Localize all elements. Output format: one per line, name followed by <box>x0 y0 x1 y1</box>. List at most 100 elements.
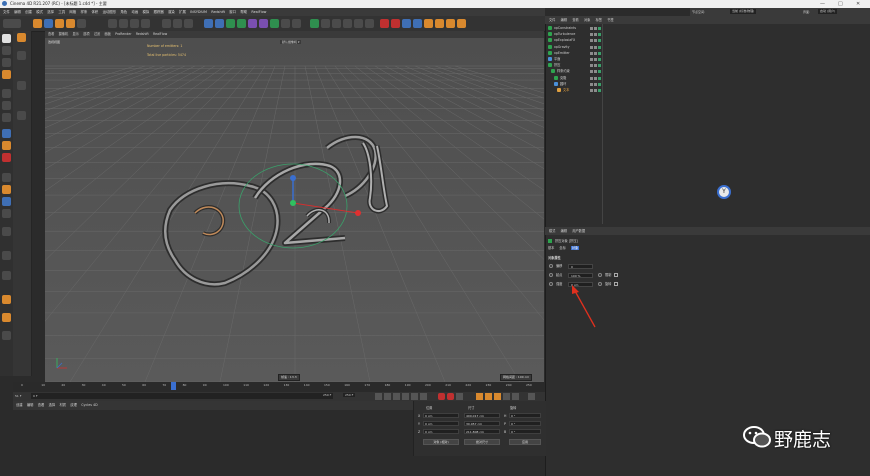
editor-visibility-icon[interactable] <box>590 27 593 30</box>
mat-menu-cycles[interactable]: Cycles 4D <box>81 401 97 410</box>
attr-tab-coord[interactable]: 坐标 <box>559 246 565 250</box>
object-visibility-toggles[interactable] <box>590 26 608 31</box>
locked-workplane-icon[interactable] <box>2 185 11 194</box>
menu-create[interactable]: 创建 <box>25 8 32 16</box>
rotate-checkbox[interactable] <box>614 282 618 286</box>
camera-icon[interactable] <box>281 19 290 28</box>
object-row[interactable]: 克隆 <box>554 75 566 81</box>
vp-menu-realflow[interactable]: RealFlow <box>153 31 167 38</box>
render-visibility-icon[interactable] <box>594 33 597 37</box>
cube-icon[interactable] <box>204 19 213 28</box>
object-row[interactable]: 挤压 <box>548 63 560 68</box>
xp-cache-icon[interactable] <box>332 19 341 28</box>
apply-button[interactable]: 应用 <box>509 439 541 445</box>
om-tab-bookmarks[interactable]: 书签 <box>607 16 613 24</box>
rot-h-field[interactable]: 0 ° <box>509 413 541 418</box>
panel-a-icon[interactable] <box>17 51 26 60</box>
menu-render[interactable]: 渲染 <box>168 8 175 16</box>
enabled-check-icon[interactable] <box>598 58 601 61</box>
mat-menu-select[interactable]: 选择 <box>49 401 56 410</box>
move-icon[interactable] <box>44 19 53 28</box>
menu-select[interactable]: 选择 <box>47 8 54 16</box>
xp-settings-icon[interactable] <box>354 19 363 28</box>
snap-icon[interactable] <box>2 141 11 150</box>
solo-icon[interactable] <box>2 173 11 182</box>
object-row[interactable]: xpEmitter <box>548 50 570 56</box>
mat-menu-create[interactable]: 创建 <box>16 401 23 410</box>
editor-visibility-icon[interactable] <box>590 64 593 68</box>
pos-z-field[interactable]: 0 cm <box>423 429 459 434</box>
menu-mesh[interactable]: 网格 <box>69 8 76 16</box>
play-backward-icon[interactable] <box>393 393 400 400</box>
playhead[interactable] <box>171 382 176 390</box>
om-tab-edit[interactable]: 编辑 <box>561 16 567 24</box>
am-tab-mode[interactable]: 模式 <box>549 227 555 235</box>
editor-visibility-icon[interactable] <box>590 70 593 74</box>
redshift-render-icon[interactable] <box>380 19 389 28</box>
point-mode-icon[interactable] <box>2 89 11 98</box>
lasso-icon[interactable] <box>2 227 11 236</box>
editor-visibility-icon[interactable] <box>590 82 593 86</box>
object-row[interactable]: xpTurbulence <box>548 32 575 37</box>
render-visibility-icon[interactable] <box>594 51 597 55</box>
menu-window[interactable]: 窗口 <box>229 8 236 16</box>
editor-visibility-icon[interactable] <box>590 51 593 55</box>
limit-radio[interactable] <box>598 273 602 277</box>
object-visibility-toggles[interactable] <box>590 76 608 81</box>
render-visibility-icon[interactable] <box>594 58 597 61</box>
redshift-ipr-icon[interactable] <box>391 19 400 28</box>
rotate-icon[interactable] <box>66 19 75 28</box>
om-tab-tags[interactable]: 标签 <box>596 16 602 24</box>
om-tab-file[interactable]: 文件 <box>549 16 555 24</box>
pos-x-field[interactable]: 0 cm <box>423 413 459 418</box>
next-key-icon[interactable] <box>411 393 418 400</box>
3d-viewport[interactable]: 透视视图 默认摄像机 ▾ Number of emitters: 1 Total… <box>45 38 544 382</box>
key-rotation-icon[interactable] <box>485 393 492 400</box>
editor-visibility-icon[interactable] <box>590 76 593 80</box>
om-tab-object[interactable]: 对象 <box>584 16 590 24</box>
render-visibility-icon[interactable] <box>594 27 597 30</box>
enabled-check-icon[interactable] <box>598 64 601 68</box>
menu-simulate[interactable]: 模拟 <box>143 8 150 16</box>
current-frame-field[interactable]: 51 F <box>15 394 22 398</box>
menu-tracker[interactable]: 跟踪器 <box>154 8 164 16</box>
paint-icon[interactable] <box>2 313 11 322</box>
cloner-icon[interactable] <box>237 19 246 28</box>
undo-icon[interactable] <box>3 19 21 28</box>
size-x-field[interactable]: 400.017 cm <box>464 413 500 418</box>
rot-p-field[interactable]: 0 ° <box>509 421 541 426</box>
coord-mode-dropdown[interactable]: 对象 (相对) <box>423 439 459 445</box>
key-pla-icon[interactable] <box>512 393 519 400</box>
object-row[interactable]: 样条约束 <box>551 69 570 74</box>
offset-radio[interactable] <box>549 264 553 268</box>
goto-end-icon[interactable] <box>420 393 427 400</box>
minimize-button[interactable]: — <box>820 1 825 7</box>
menu-redshift[interactable]: Redshift <box>211 8 225 16</box>
editor-visibility-icon[interactable] <box>590 45 593 49</box>
menu-spline[interactable]: 样条 <box>80 8 87 16</box>
object-visibility-toggles[interactable] <box>590 57 608 62</box>
pen-icon[interactable] <box>215 19 224 28</box>
coordinate-system-icon[interactable] <box>141 19 150 28</box>
object-row[interactable]: xpConstraints <box>548 26 576 31</box>
vp-menu-options[interactable]: 选项 <box>83 31 89 38</box>
render-picture-viewer-icon[interactable] <box>173 19 182 28</box>
object-visibility-toggles[interactable] <box>590 38 608 43</box>
mat-menu-material[interactable]: 材质 <box>60 401 67 410</box>
object-visibility-toggles[interactable] <box>590 63 608 68</box>
render-visibility-icon[interactable] <box>594 82 597 86</box>
strength-radio[interactable] <box>549 282 553 286</box>
model-mode-icon[interactable] <box>2 46 11 55</box>
menu-help[interactable]: 帮助 <box>240 8 247 16</box>
texture-mode-icon[interactable] <box>2 58 11 67</box>
size-z-field[interactable]: 211.808 cm <box>464 429 500 434</box>
render-visibility-icon[interactable] <box>594 70 597 74</box>
rot-b-field[interactable]: 0 ° <box>509 429 541 434</box>
layout-dropdown[interactable]: 启动 (用户) <box>818 9 838 14</box>
make-editable-icon[interactable] <box>2 34 11 43</box>
menu-insydium[interactable]: INSYDIUM <box>190 8 207 16</box>
soft-selection-icon[interactable] <box>2 153 11 162</box>
menu-extensions[interactable]: 扩展 <box>179 8 186 16</box>
enabled-check-icon[interactable] <box>598 51 601 55</box>
planar-workplane-icon[interactable] <box>2 197 11 206</box>
